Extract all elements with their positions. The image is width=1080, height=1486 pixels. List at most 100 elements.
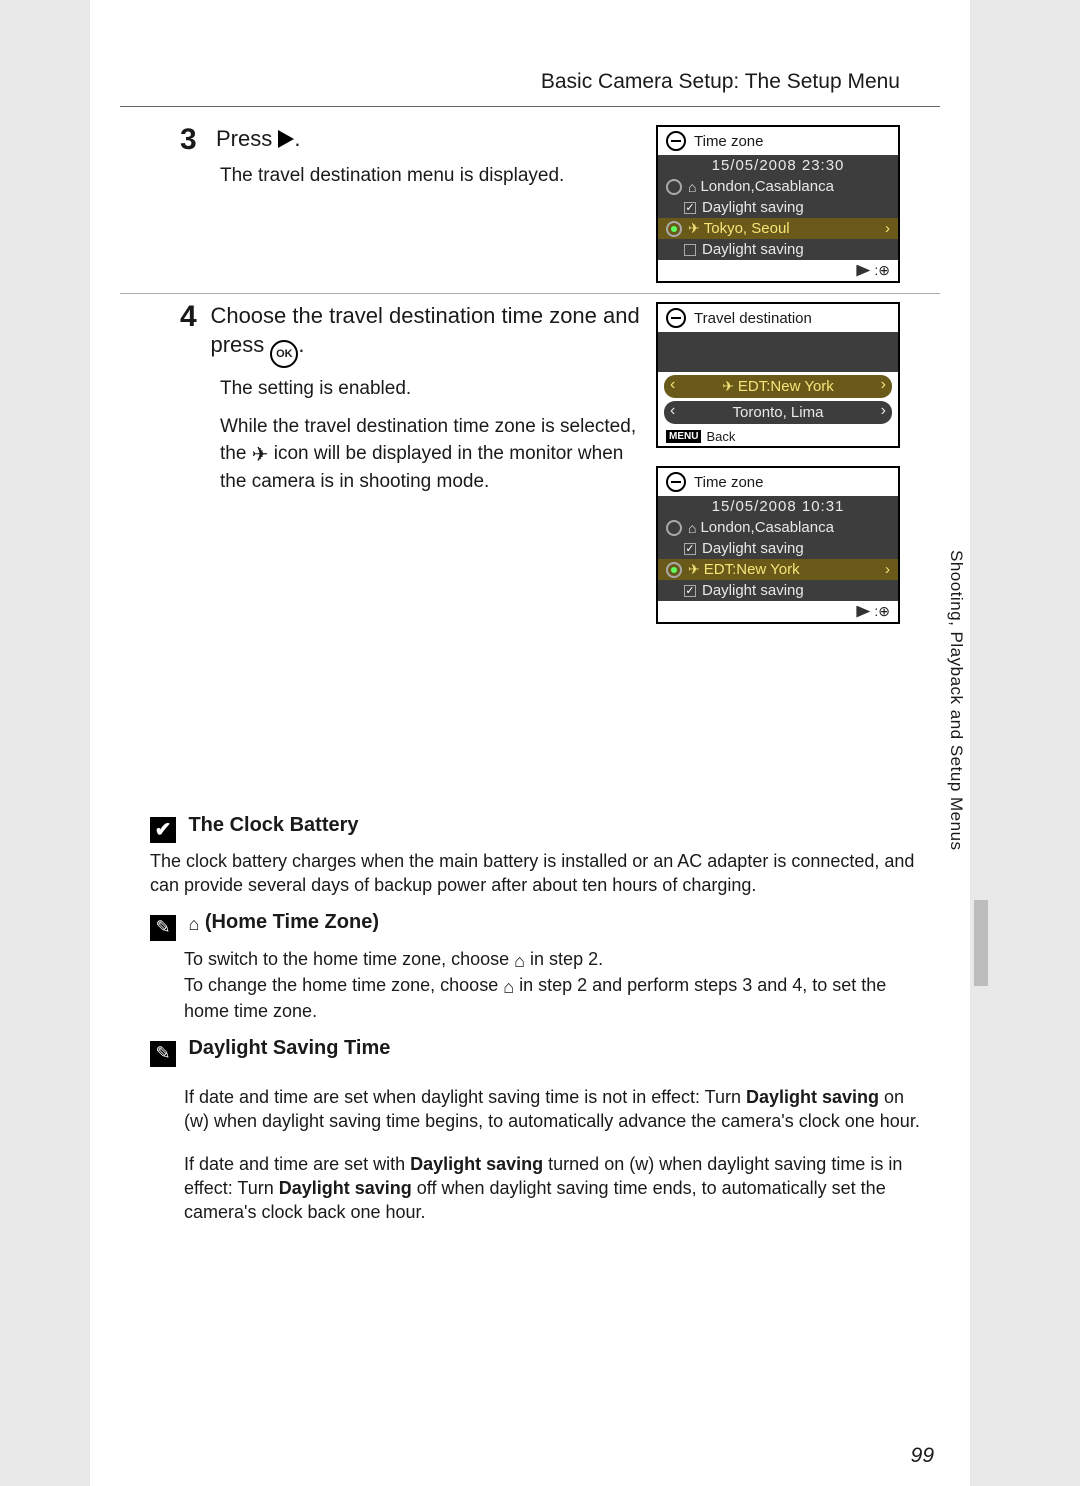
radio-icon: [666, 179, 682, 195]
lcd-timezone-1: Time zone 15/05/2008 23:30 ⌂London,Casab…: [656, 125, 900, 283]
lcd-home-row: ⌂London,Casablanca: [658, 176, 898, 197]
step-4: 4 Choose the travel destination time zon…: [120, 294, 940, 634]
text: If date and time are set with: [184, 1154, 410, 1174]
text: (Home Time Zone): [205, 911, 379, 933]
text: EDT:New York: [738, 378, 834, 395]
lcd-title: Time zone: [658, 127, 898, 155]
text-bold: Daylight saving: [746, 1087, 879, 1107]
lcd-footer: :⊕: [658, 260, 898, 281]
page-number: 99: [911, 1444, 934, 1468]
globe-small-icon: :⊕: [874, 262, 890, 279]
step-3: 3 Press . The travel destination menu is…: [120, 117, 940, 294]
text: Toronto, Lima: [733, 404, 824, 421]
note-body: The clock battery charges when the main …: [150, 849, 920, 898]
plane-icon: ✈: [252, 441, 269, 469]
text: Time zone: [694, 474, 763, 491]
lcd-title: Travel destination: [658, 304, 898, 332]
checkbox-on-icon: [684, 585, 696, 597]
home-icon: ⌂: [688, 520, 696, 536]
chevron-right-icon: ›: [885, 561, 890, 578]
plane-icon: ✈: [688, 561, 700, 578]
text: If date and time are set with Daylight s…: [184, 1152, 920, 1225]
step-title: Choose the travel destination time zone …: [210, 302, 642, 368]
globe-icon: [666, 308, 686, 328]
check-box-icon: ✔: [150, 817, 176, 843]
chevron-right-icon: ›: [885, 220, 890, 237]
text: If date and time are set when daylight s…: [184, 1085, 920, 1134]
note-title: The Clock Battery: [188, 814, 358, 836]
radio-selected-icon: [666, 562, 682, 578]
step-number: 3: [180, 125, 210, 155]
note-title: Daylight Saving Time: [188, 1037, 390, 1059]
lcd-ds-row: Daylight saving: [658, 538, 898, 559]
text: .: [298, 332, 304, 357]
note-body: If date and time are set when daylight s…: [184, 1085, 920, 1224]
text: Daylight saving: [702, 199, 804, 216]
lcd-footer: MENU Back: [658, 427, 898, 446]
lcd-date: 15/05/2008 23:30: [658, 155, 898, 176]
text: To switch to the home time zone, choose: [184, 949, 514, 969]
text: To change the home time zone, choose: [184, 975, 503, 995]
text: The travel destination menu is displayed…: [220, 163, 642, 190]
menu-icon: MENU: [666, 430, 701, 443]
right-arrow-icon: [278, 130, 294, 148]
play-right-icon: [856, 606, 870, 618]
lcd-title: Time zone: [658, 468, 898, 496]
home-icon: ⌂: [503, 975, 514, 999]
text: Daylight saving: [702, 582, 804, 599]
side-tab-label: Shooting, Playback and Setup Menus: [946, 550, 966, 851]
text-bold: Daylight saving: [410, 1154, 543, 1174]
step-body: The setting is enabled. While the travel…: [220, 376, 642, 496]
lcd-option-selected: ✈EDT:New York: [664, 375, 892, 398]
step-title: Press .: [216, 125, 300, 154]
checkbox-on-icon: [684, 543, 696, 555]
lcd-ds2-row: Daylight saving: [658, 580, 898, 601]
text: Daylight saving: [702, 540, 804, 557]
text: Daylight saving: [702, 241, 804, 258]
play-right-icon: [856, 265, 870, 277]
radio-selected-icon: [666, 221, 682, 237]
note-clock-battery: ✔ The Clock Battery The clock battery ch…: [150, 814, 920, 897]
plane-icon: ✈: [722, 378, 734, 394]
ok-icon: OK: [270, 340, 298, 368]
text: While the travel destination time zone i…: [220, 414, 642, 495]
text: in step 2.: [525, 949, 603, 969]
note-title: ⌂ (Home Time Zone): [188, 911, 379, 933]
lcd-dest-row: ✈Tokyo, Seoul›: [658, 218, 898, 239]
lcd-date: 15/05/2008 10:31: [658, 496, 898, 517]
text: Time zone: [694, 133, 763, 150]
text: icon will be displayed in the monitor wh…: [220, 443, 623, 492]
pencil-box-icon: ✎: [150, 915, 176, 941]
note-home-timezone: ✎ ⌂ (Home Time Zone) To switch to the ho…: [150, 911, 920, 1023]
checkbox-icon: [684, 244, 696, 256]
text: Tokyo, Seoul: [704, 220, 790, 237]
globe-icon: [666, 472, 686, 492]
home-icon: ⌂: [514, 949, 525, 973]
lcd-timezone-2: Time zone 15/05/2008 10:31 ⌂London,Casab…: [656, 466, 900, 624]
text: London,Casablanca: [700, 178, 833, 195]
radio-icon: [666, 520, 682, 536]
lcd-footer: :⊕: [658, 601, 898, 622]
globe-small-icon: :⊕: [874, 603, 890, 620]
lcd-ds-row: Daylight saving: [658, 197, 898, 218]
lcd-ds2-row: Daylight saving: [658, 239, 898, 260]
lcd-dest-row: ✈EDT:New York ›: [658, 559, 898, 580]
text: If date and time are set when daylight s…: [184, 1087, 746, 1107]
lcd-home-row: ⌂London,Casablanca: [658, 517, 898, 538]
side-tab-indicator: [974, 900, 988, 986]
text: London,Casablanca: [700, 519, 833, 536]
pencil-box-icon: ✎: [150, 1041, 176, 1067]
manual-page: Basic Camera Setup: The Setup Menu 3 Pre…: [90, 0, 970, 1486]
globe-icon: [666, 131, 686, 151]
note-body: To switch to the home time zone, choose …: [184, 947, 920, 1024]
checkbox-on-icon: [684, 202, 696, 214]
page-header: Basic Camera Setup: The Setup Menu: [120, 40, 940, 107]
home-icon: ⌂: [688, 179, 696, 195]
text: EDT:New York: [704, 561, 800, 578]
notes-section: ✔ The Clock Battery The clock battery ch…: [90, 804, 970, 1252]
lcd-gap: [658, 332, 898, 372]
text: Travel destination: [694, 310, 812, 327]
text: Back: [706, 429, 735, 444]
step-body: The travel destination menu is displayed…: [220, 163, 642, 190]
note-dst: ✎ Daylight Saving Time If date and time …: [150, 1037, 920, 1224]
